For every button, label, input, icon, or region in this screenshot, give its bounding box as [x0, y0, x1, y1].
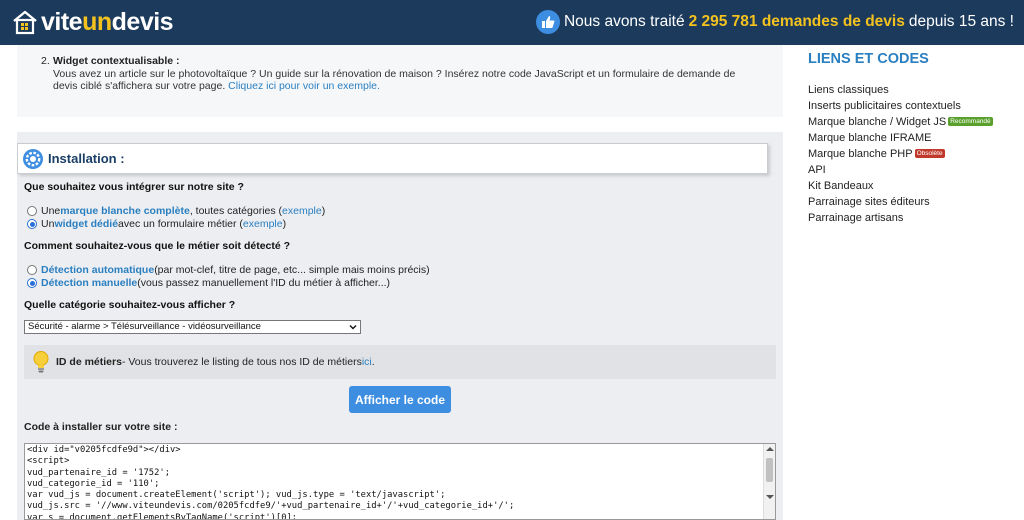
sidebar-item-label[interactable]: Marque blanche PHP [808, 148, 913, 160]
question-category: Quelle catégorie souhaitez-vous afficher… [24, 299, 236, 311]
info-box-job-ids: ID de métiers - Vous trouverez le listin… [24, 345, 776, 379]
sidebar-item[interactable]: Marque blanche PHP Obsolète [808, 146, 993, 162]
sidebar-item-label[interactable]: Marque blanche / Widget JS [808, 116, 946, 128]
sidebar-item[interactable]: Kit Bandeaux [808, 178, 993, 194]
sidebar-title: LIENS ET CODES [808, 51, 929, 67]
question-integration: Que souhaitez vous intégrer sur notre si… [24, 181, 244, 193]
radio-button[interactable] [27, 265, 37, 275]
installation-title: Installation : [48, 151, 125, 166]
sidebar-item[interactable]: Inserts publicitaires contextuels [808, 98, 993, 114]
site-logo[interactable]: viteundevis [12, 7, 174, 37]
sidebar-item[interactable]: Parrainage artisans [808, 210, 993, 226]
widget-text: Vous avez un article sur le photovoltaïq… [53, 67, 736, 93]
radio-auto-detection[interactable]: Détection automatique (par mot-clef, tit… [27, 264, 430, 276]
gear-icon [23, 148, 43, 169]
example-link[interactable]: exemple [243, 218, 283, 230]
sidebar-item-label[interactable]: Kit Bandeaux [808, 180, 873, 192]
category-select[interactable]: Sécurité - alarme > Télésurveillance - v… [24, 320, 361, 334]
code-label: Code à installer sur votre site : [24, 421, 178, 433]
scrollbar[interactable] [763, 444, 775, 519]
radio-dedicated-widget[interactable]: Un widget dédié avec un formulaire métie… [27, 218, 286, 230]
scroll-up-icon[interactable] [766, 447, 774, 451]
thumbs-up-icon [535, 10, 560, 34]
sidebar-item-label[interactable]: API [808, 164, 826, 176]
example-link[interactable]: exemple [282, 205, 322, 217]
installation-header: Installation : [17, 143, 768, 174]
lightbulb-icon [33, 351, 49, 373]
sidebar-item-label[interactable]: Parrainage sites éditeurs [808, 196, 930, 208]
stats-count: 2 295 781 demandes de devis [688, 13, 905, 30]
job-ids-link[interactable]: ici [362, 356, 372, 368]
sidebar-item-label[interactable]: Parrainage artisans [808, 212, 903, 224]
status-badge: Obsolète [914, 149, 945, 158]
chevron-down-icon [349, 325, 357, 330]
house-icon [13, 10, 37, 35]
widget-description-panel: 2. Widget contextualisable : Vous avez u… [17, 45, 783, 117]
sidebar-item[interactable]: Parrainage sites éditeurs [808, 194, 993, 210]
show-code-button[interactable]: Afficher le code [349, 386, 451, 413]
question-detection: Comment souhaitez-vous que le métier soi… [24, 240, 291, 252]
status-badge: Recommandé [948, 117, 993, 126]
site-header: viteundevis Nous avons traité 2 295 781 … [0, 0, 1024, 45]
stats-banner: Nous avons traité 2 295 781 demandes de … [535, 9, 1014, 35]
sidebar-item[interactable]: API [808, 162, 993, 178]
sidebar-links: Liens classiques Inserts publicitaires co… [808, 82, 993, 226]
radio-button[interactable] [27, 206, 37, 216]
radio-manual-detection[interactable]: Détection manuelle (vous passez manuelle… [27, 277, 390, 289]
sidebar-item[interactable]: Liens classiques [808, 82, 993, 98]
list-item: 2. Widget contextualisable : Vous avez u… [41, 55, 761, 93]
radio-button-selected[interactable] [27, 278, 37, 288]
sidebar-item-label[interactable]: Marque blanche IFRAME [808, 132, 932, 144]
radio-full-white-label[interactable]: Une marque blanche complète, toutes caté… [27, 205, 325, 217]
radio-button-selected[interactable] [27, 219, 37, 229]
code-textarea[interactable]: <div id="v0205fcdfe9d"></div> <script> v… [24, 443, 776, 520]
sidebar-item-label[interactable]: Inserts publicitaires contextuels [808, 100, 961, 112]
example-link[interactable]: Cliquez ici pour voir un exemple. [228, 80, 380, 92]
logo-wordmark: viteundevis [41, 8, 174, 36]
sidebar-item-label[interactable]: Liens classiques [808, 84, 889, 96]
scroll-down-icon[interactable] [766, 495, 774, 499]
sidebar-item[interactable]: Marque blanche IFRAME [808, 130, 993, 146]
widget-title: Widget contextualisable : [53, 55, 180, 67]
scrollbar-thumb[interactable] [766, 458, 773, 482]
sidebar-item[interactable]: Marque blanche / Widget JS Recommandé [808, 114, 993, 130]
